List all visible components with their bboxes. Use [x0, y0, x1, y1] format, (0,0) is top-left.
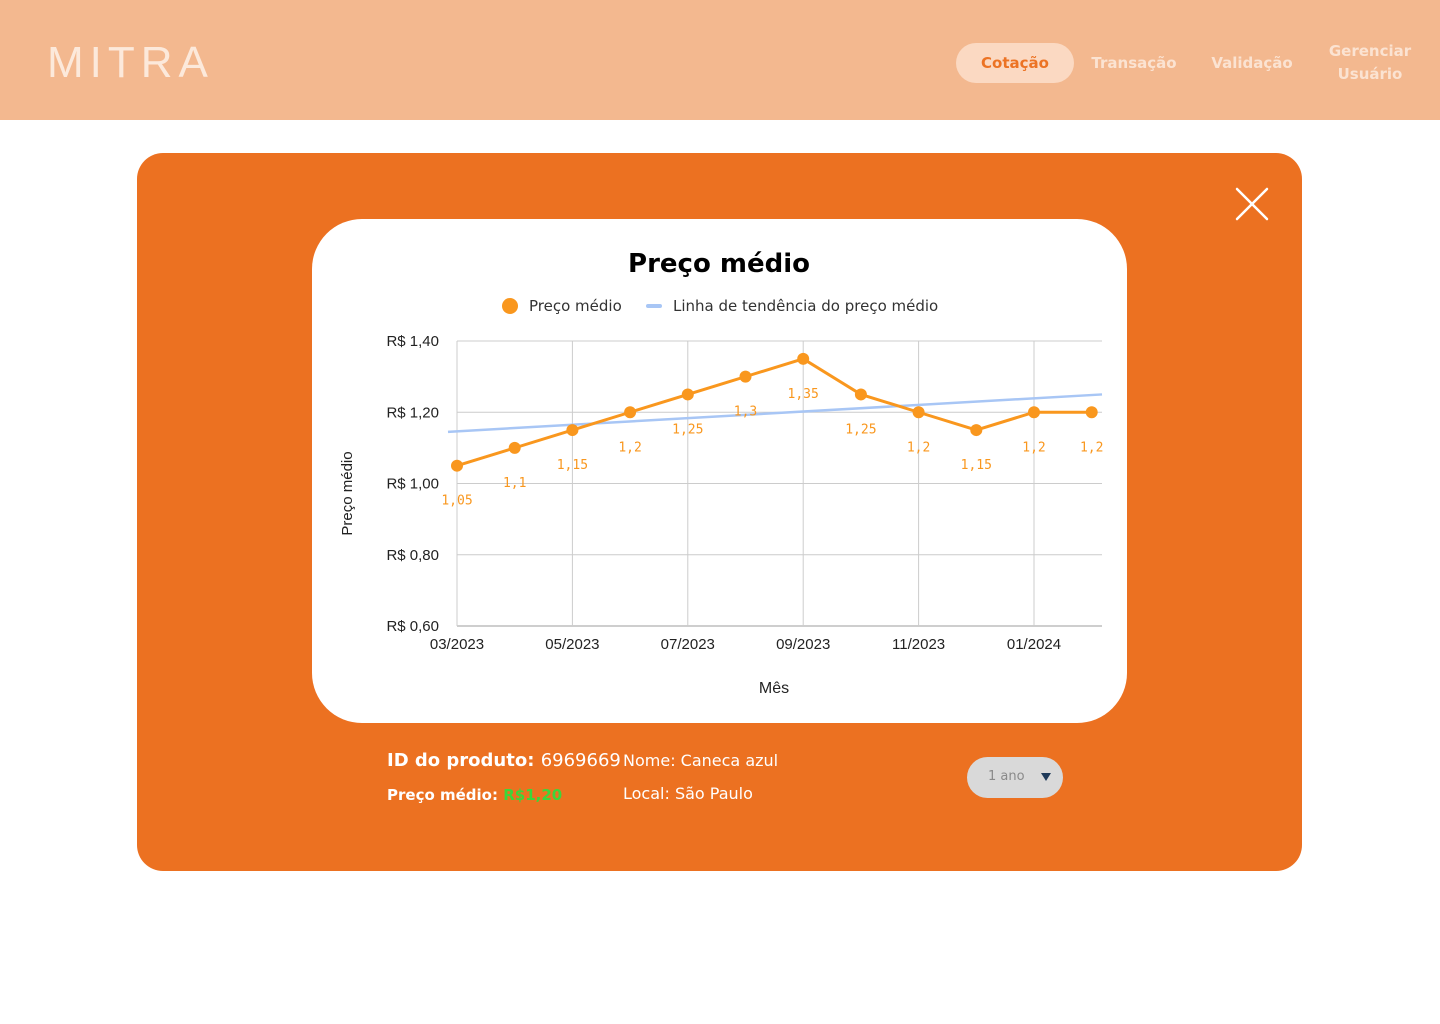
data-label: 1,25 — [672, 422, 703, 437]
x-tick-label: 05/2023 — [545, 636, 599, 653]
data-label: 1,2 — [907, 440, 930, 455]
product-name: Nome: Caneca azul — [623, 751, 779, 770]
data-point — [854, 388, 867, 401]
x-tick-label: 03/2023 — [430, 636, 484, 653]
close-icon[interactable] — [1231, 183, 1273, 225]
y-tick-label: R$ 0,60 — [386, 618, 439, 635]
data-label: 1,2 — [1022, 440, 1045, 455]
nav-gerenciar-usuario[interactable]: Gerenciar Usuário — [1316, 40, 1424, 86]
data-point — [797, 352, 810, 365]
period-select[interactable]: 1 ano — [967, 757, 1063, 798]
x-tick-label: 11/2023 — [892, 636, 945, 653]
data-point — [681, 388, 694, 401]
data-point — [508, 441, 521, 454]
product-location: Local: São Paulo — [623, 784, 753, 803]
x-tick-label: 09/2023 — [776, 636, 830, 653]
price-chart: Preço médio Preço médio Linha de tendência… — [339, 249, 1103, 697]
nav-cotacao[interactable]: Cotação — [956, 43, 1074, 83]
chart-card: Preço médio Preço médio Linha de tendência… — [312, 219, 1127, 723]
caret-down-icon — [1041, 773, 1051, 781]
data-point — [739, 370, 752, 383]
product-id: ID do produto: 6969669 — [387, 750, 621, 771]
data-point — [624, 406, 637, 419]
nav-transacao[interactable]: Transação — [1080, 43, 1188, 83]
legend-marker-price — [502, 298, 518, 314]
y-tick-label: R$ 1,20 — [386, 404, 439, 421]
y-tick-label: R$ 1,00 — [386, 476, 439, 493]
trendline — [447, 393, 1103, 434]
nav-gerenciar-line1: Gerenciar — [1328, 42, 1412, 60]
top-navbar: MITRA Cotação Transação Validação Gerenc… — [0, 0, 1440, 120]
x-tick-label: 01/2024 — [1007, 636, 1061, 653]
data-label: 1,2 — [1080, 440, 1103, 455]
average-price-value: R$1,20 — [503, 786, 563, 804]
data-point — [451, 459, 463, 472]
data-point — [1085, 406, 1098, 419]
nav-validacao[interactable]: Validação — [1200, 43, 1304, 83]
legend-label-trend: Linha de tendência do preço médio — [673, 297, 938, 315]
logo[interactable]: MITRA — [47, 38, 214, 88]
data-point — [970, 424, 983, 437]
nav-gerenciar-line2: Usuário — [1337, 65, 1403, 83]
data-label: 1,1 — [503, 476, 526, 491]
product-average-price: Preço médio: R$1,20 — [387, 786, 562, 804]
data-label: 1,15 — [557, 458, 588, 473]
x-axis-title: Mês — [759, 680, 789, 697]
data-point — [912, 406, 925, 419]
period-select-value: 1 ano — [988, 769, 1025, 784]
x-tick-label: 07/2023 — [661, 636, 715, 653]
product-modal: Preço médio Preço médio Linha de tendência… — [137, 153, 1302, 871]
data-label: 1,35 — [788, 387, 819, 402]
data-label: 1,05 — [441, 494, 472, 509]
data-label: 1,3 — [734, 405, 757, 420]
average-price-label: Preço médio: — [387, 786, 498, 804]
data-label: 1,25 — [845, 422, 876, 437]
legend-marker-trend — [646, 304, 662, 308]
legend-label-price: Preço médio — [529, 297, 622, 315]
product-id-value: 6969669 — [540, 750, 621, 771]
data-label: 1,15 — [961, 458, 992, 473]
data-label: 1,2 — [618, 440, 641, 455]
product-id-label: ID do produto: — [387, 750, 535, 771]
y-tick-label: R$ 0,80 — [386, 547, 439, 564]
data-point — [566, 424, 579, 437]
chart-title: Preço médio — [628, 249, 810, 279]
y-axis-title: Preço médio — [339, 451, 356, 535]
y-tick-label: R$ 1,40 — [386, 333, 439, 350]
data-point — [1028, 406, 1040, 419]
